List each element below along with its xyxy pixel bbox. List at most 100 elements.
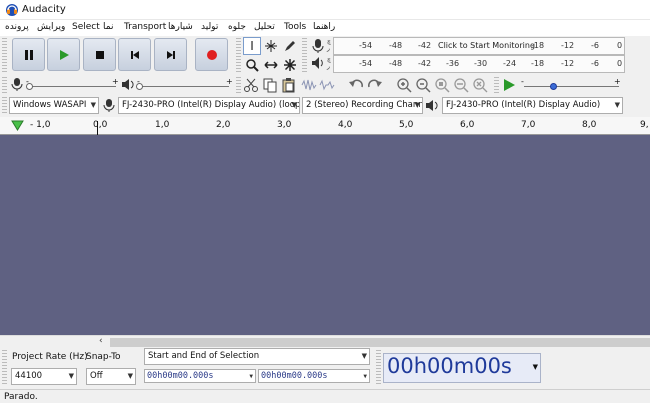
menu-file[interactable]: پرونده [5,22,29,32]
menu-select[interactable]: Select [72,22,100,32]
mixer-toolbar-grip[interactable] [2,77,7,93]
play-meter-tick: -54 [359,59,373,68]
pencil-icon [285,41,295,51]
redo-icon[interactable] [367,78,383,92]
chevron-down-icon: ▼ [68,372,74,380]
playback-volume-slider[interactable] [136,83,143,90]
time-toolbar-grip[interactable] [376,350,381,384]
horizontal-scrollbar[interactable]: ‹ [0,335,650,347]
tools-toolbar-grip[interactable] [236,38,241,72]
skip-to-end-button[interactable] [154,38,187,71]
play-button[interactable] [47,38,80,71]
speaker-icon[interactable] [311,56,325,70]
stop-icon [95,50,104,59]
zoom-toggle-icon[interactable] [472,77,488,93]
ruler-label: 6,0 [460,120,475,130]
chevron-down-icon: ▼ [127,372,133,380]
play-meter-tick: -6 [591,59,599,68]
multi-tool[interactable] [281,56,299,74]
recording-device-select[interactable]: FJ-2430-PRO (Intel(R) Display Audio) (lo… [118,97,300,114]
playhead-pin-icon[interactable] [11,120,24,131]
play-meter-tick: -36 [446,59,460,68]
stop-button[interactable] [83,38,116,71]
menu-view[interactable]: نما [103,22,113,32]
undo-icon[interactable] [348,78,364,92]
paste-icon[interactable] [281,77,297,93]
timeline-ruler[interactable]: - 1,0 0,0 1,0 2,0 3,0 4,0 5,0 6,0 7,0 8,… [0,117,650,135]
copy-icon[interactable] [262,77,278,93]
playback-meter[interactable]: -54 -48 -42 -36 -30 -24 -18 -12 -6 0 [333,55,625,73]
play-at-speed-icon[interactable] [502,78,516,92]
playback-device-select[interactable]: FJ-2430-PRO (Intel(R) Display Audio) ▼ [442,97,623,114]
title-bar: Audacity [0,0,650,20]
selection-toolbar-grip[interactable] [2,350,7,384]
envelope-tool[interactable] [262,37,280,55]
project-rate-label: Project Rate (Hz) [12,352,88,362]
zoom-in-icon[interactable] [396,77,412,93]
play-at-speed-grip[interactable] [494,77,499,93]
recording-volume-slider[interactable] [26,83,33,90]
trim-audio-icon[interactable] [301,78,317,92]
skip-to-start-icon [130,50,139,59]
record-meter-tick: -48 [389,41,403,50]
zoom-tool[interactable] [243,56,261,74]
menu-analyze[interactable]: تحلیل [254,22,275,32]
audio-position-display[interactable]: 00h00m00s ▼ [383,353,541,383]
menu-transport[interactable]: Transport [124,22,166,32]
selection-tool[interactable]: I [243,37,261,55]
skip-to-start-button[interactable] [118,38,151,71]
ruler-label: 2,0 [216,120,231,130]
i-beam-icon: I [250,39,254,53]
envelope-icon [265,40,277,52]
selection-start-time[interactable]: 00h00m00.000s ▼ [144,369,256,383]
snap-to-select[interactable]: Off ▼ [86,368,136,385]
selection-mode-select[interactable]: Start and End of Selection ▼ [144,348,370,365]
chevron-down-icon: ▼ [614,101,620,109]
ruler-label: 5,0 [399,120,414,130]
slider-plus-label: + [226,77,233,86]
chevron-down-icon: ▼ [363,373,367,380]
fit-project-icon[interactable] [453,77,469,93]
selection-end-time[interactable]: 00h00m00.000s ▼ [258,369,370,383]
cut-icon[interactable] [243,77,259,93]
record-meter-tick: -18 [531,41,545,50]
play-speed-slider[interactable] [550,83,557,90]
track-panel[interactable] [0,135,650,335]
chevron-down-icon: ▼ [361,352,367,360]
play-meter-tick: -30 [474,59,488,68]
snap-to-label: Snap-To [86,352,121,362]
double-arrow-icon [264,61,278,69]
menu-generate[interactable]: تولید [201,22,218,32]
playback-volume-icon [122,79,134,90]
status-text: Parado. [4,392,38,402]
project-rate-select[interactable]: 44100 ▼ [11,368,77,385]
fit-selection-icon[interactable] [434,77,450,93]
recording-channels-select[interactable]: 2 (Stereo) Recording Chann ▼ [302,97,423,114]
menu-effect[interactable]: جلوه [228,22,246,32]
audio-host-select[interactable]: Windows WASAPI ▼ [9,97,99,114]
recording-device-icon [103,99,115,112]
draw-tool[interactable] [281,37,299,55]
menu-tracks[interactable]: شیارها [168,22,193,32]
scroll-left-arrow-icon[interactable]: ‹ [99,336,103,346]
silence-audio-icon[interactable] [319,78,335,92]
ruler-label: 3,0 [277,120,292,130]
pause-button[interactable] [12,38,45,71]
edit-toolbar-grip[interactable] [236,77,241,93]
transport-toolbar-grip[interactable] [2,38,7,72]
zoom-out-icon[interactable] [415,77,431,93]
menu-tools[interactable]: Tools [284,22,306,32]
record-meter-channel-labels: چر [327,38,331,52]
play-meter-tick: -24 [503,59,517,68]
record-meter-tick: -54 [359,41,373,50]
record-meter[interactable]: -54 -48 -42 Click to Start Monitoring -1… [333,37,625,55]
time-shift-tool[interactable] [262,56,280,74]
microphone-icon[interactable] [311,38,325,54]
menu-help[interactable]: راهنما [313,22,335,32]
device-toolbar-grip[interactable] [2,97,7,113]
scrollbar-thumb[interactable] [110,338,650,347]
menu-edit[interactable]: ویرایش [37,22,65,32]
meter-toolbar-grip[interactable] [302,38,307,72]
record-button[interactable] [195,38,228,71]
chevron-down-icon: ▼ [532,363,538,371]
